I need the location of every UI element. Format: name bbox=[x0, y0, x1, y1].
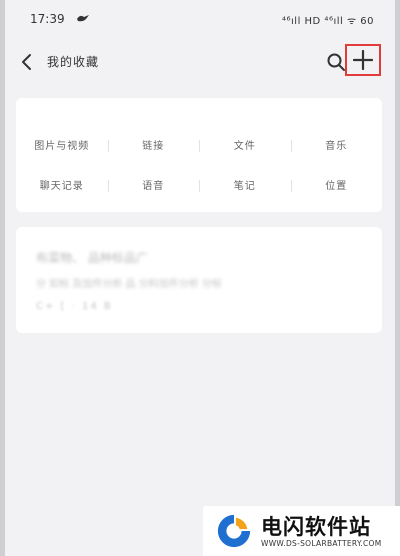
category-row: 图片与视频 链接 文件 音乐 bbox=[16, 124, 382, 164]
bird-icon bbox=[76, 13, 90, 26]
plus-icon bbox=[353, 50, 373, 70]
category-voice[interactable]: 语音 bbox=[107, 177, 200, 192]
site-logo-icon bbox=[217, 514, 251, 548]
category-row: 聊天记录 语音 笔记 位置 bbox=[16, 164, 382, 204]
favorite-item-card[interactable]: 布菜物、 品种标品广 分 如标 及加件分析 品 分料加件分析 分标 C+ [ ·… bbox=[16, 227, 382, 333]
add-button[interactable] bbox=[345, 44, 381, 76]
status-time: 17:39 bbox=[30, 12, 65, 26]
category-files[interactable]: 文件 bbox=[199, 137, 291, 152]
watermark-url: WWW.DS-SOLARBATTERY.COM bbox=[261, 539, 382, 548]
back-button[interactable] bbox=[15, 48, 39, 76]
page-title: 我的收藏 bbox=[47, 55, 100, 69]
favorite-item-title: 布菜物、 品种标品广 bbox=[36, 251, 148, 265]
status-signal-indicators: ⁴⁶ıll HD ⁴⁶ıll ᯤ 60 bbox=[282, 16, 374, 27]
site-watermark: 电闪软件站 WWW.DS-SOLARBATTERY.COM bbox=[203, 506, 400, 556]
category-location[interactable]: 位置 bbox=[290, 177, 383, 192]
right-frame-edge bbox=[395, 0, 400, 556]
left-frame-edge bbox=[0, 0, 5, 556]
category-links[interactable]: 链接 bbox=[107, 137, 200, 152]
category-notes[interactable]: 笔记 bbox=[199, 177, 291, 192]
watermark-name: 电闪软件站 bbox=[261, 515, 371, 539]
header-bar: 我的收藏 bbox=[5, 44, 395, 80]
search-icon bbox=[327, 53, 345, 71]
chevron-left-icon bbox=[22, 54, 31, 70]
category-grid: 图片与视频 链接 文件 音乐 聊天记录 语音 笔记 位置 bbox=[16, 124, 382, 204]
status-bar: 17:39 ⁴⁶ıll HD ⁴⁶ıll ᯤ 60 bbox=[18, 12, 382, 32]
favorite-item-meta: C+ [ · 14 B bbox=[36, 301, 113, 312]
category-chat-history[interactable]: 聊天记录 bbox=[16, 177, 108, 192]
category-card: 图片与视频 链接 文件 音乐 聊天记录 语音 笔记 位置 bbox=[16, 98, 382, 212]
category-music[interactable]: 音乐 bbox=[290, 137, 383, 152]
category-images-videos[interactable]: 图片与视频 bbox=[16, 137, 108, 152]
favorite-item-summary: 分 如标 及加件分析 品 分料加件分析 分标 bbox=[36, 279, 222, 290]
